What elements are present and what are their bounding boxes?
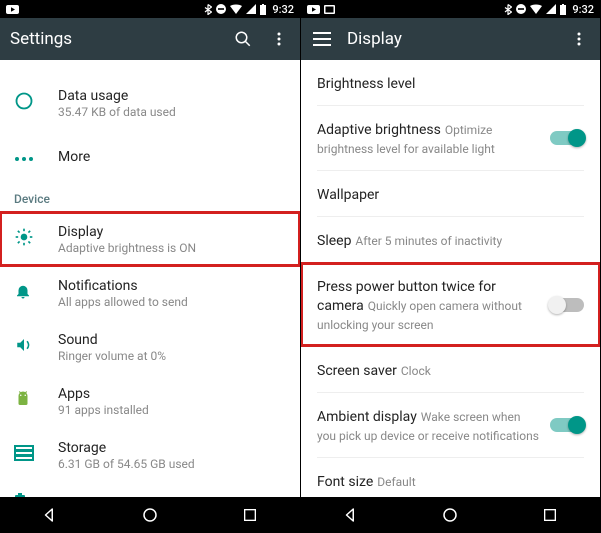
item-sub: Adaptive brightness is ON	[58, 241, 286, 255]
list-item-screensaver[interactable]: Screen saver Clock	[301, 347, 600, 392]
youtube-icon	[6, 5, 19, 14]
list-item-storage[interactable]: Storage 6.31 GB of 54.65 GB used	[0, 428, 300, 482]
list-item-font-size[interactable]: Font size Default	[301, 458, 600, 497]
item-title: Apps	[58, 386, 286, 402]
nav-recents-button[interactable]	[520, 507, 580, 523]
hamburger-menu-icon[interactable]	[311, 28, 333, 50]
list-item-adaptive-brightness[interactable]: Adaptive brightness Optimize brightness …	[301, 106, 600, 170]
item-title: Storage	[58, 440, 286, 456]
list-item-sleep[interactable]: Sleep After 5 minutes of inactivity	[301, 217, 600, 262]
item-title: Sound	[58, 332, 286, 348]
item-title: Font size	[317, 474, 373, 490]
status-bar: 9:32	[301, 0, 600, 18]
appbar-display: Display	[301, 18, 600, 60]
more-icon	[14, 148, 34, 167]
nav-back-button[interactable]	[321, 506, 381, 524]
cell-signal-icon	[546, 4, 556, 14]
item-sub: 35.47 KB of data used	[58, 105, 286, 119]
item-title: Brightness level	[317, 76, 415, 92]
item-title: Notifications	[58, 278, 286, 294]
status-time: 9:32	[272, 3, 294, 16]
nav-home-button[interactable]	[420, 506, 480, 524]
toggle-power-camera[interactable]	[550, 298, 584, 312]
item-title: Ambient display	[317, 409, 417, 425]
navigation-bar	[301, 497, 600, 533]
list-item-wallpaper[interactable]: Wallpaper	[301, 171, 600, 216]
nav-back-button[interactable]	[20, 506, 80, 524]
item-sub: After 5 minutes of inactivity	[355, 234, 502, 248]
item-sub: All apps allowed to send	[58, 295, 286, 309]
list-item-apps[interactable]: Apps 91 apps installed	[0, 374, 300, 428]
search-icon[interactable]	[232, 28, 254, 50]
item-sub: 91 apps installed	[58, 403, 286, 417]
toggle-ambient-display[interactable]	[550, 418, 584, 432]
status-bar: 9:32	[0, 0, 300, 18]
item-title: Wallpaper	[317, 187, 379, 203]
sound-icon	[14, 336, 34, 358]
item-sub: Ringer volume at 0%	[58, 349, 286, 363]
overflow-menu-icon[interactable]	[568, 28, 590, 50]
cell-signal-icon	[246, 4, 256, 14]
list-item-brightness[interactable]: Brightness level	[301, 60, 600, 105]
bell-icon	[14, 281, 32, 305]
overflow-menu-icon[interactable]	[268, 28, 290, 50]
wifi-icon	[530, 4, 542, 14]
nav-home-button[interactable]	[120, 506, 180, 524]
display-icon	[14, 227, 34, 251]
wifi-icon	[230, 4, 242, 14]
list-item-notifications[interactable]: Notifications All apps allowed to send	[0, 266, 300, 320]
appbar-title: Settings	[10, 29, 218, 49]
list-item-sound[interactable]: Sound Ringer volume at 0%	[0, 320, 300, 374]
item-title: Screen saver	[317, 363, 397, 379]
item-title: Data usage	[58, 88, 286, 104]
item-sub: Clock	[401, 364, 431, 378]
list-item-display[interactable]: Display Adaptive brightness is ON	[0, 212, 300, 266]
battery-icon	[14, 493, 26, 497]
item-title: More	[58, 149, 286, 165]
data-usage-icon	[14, 91, 34, 115]
appbar-settings: Settings	[0, 18, 300, 60]
list-item-power-camera[interactable]: Press power button twice for camera Quic…	[301, 263, 600, 346]
list-item-truncated[interactable]	[0, 60, 300, 76]
screen-display: 9:32 Display Brightness level Adaptive b…	[300, 0, 600, 533]
settings-list[interactable]: Data usage 35.47 KB of data used More De…	[0, 60, 300, 497]
dnd-icon	[516, 4, 526, 14]
apps-icon	[14, 389, 32, 413]
storage-icon	[14, 445, 34, 465]
bluetooth-icon	[204, 4, 212, 15]
item-title: Display	[58, 224, 286, 240]
youtube-icon	[307, 5, 320, 14]
nav-recents-button[interactable]	[220, 507, 280, 523]
toggle-adaptive-brightness[interactable]	[550, 131, 584, 145]
bluetooth-icon	[504, 4, 512, 15]
battery-icon	[560, 4, 566, 15]
item-sub: Default	[377, 475, 415, 489]
item-title: Adaptive brightness	[317, 122, 441, 138]
list-item-battery[interactable]: Battery	[0, 482, 300, 497]
appbar-title: Display	[347, 29, 554, 49]
screenshot-icon	[324, 5, 335, 14]
display-settings-list[interactable]: Brightness level Adaptive brightness Opt…	[301, 60, 600, 497]
navigation-bar	[0, 497, 300, 533]
screen-settings: 9:32 Settings Data usage 35.47 KB of dat…	[0, 0, 300, 533]
item-sub: 6.31 GB of 54.65 GB used	[58, 457, 286, 471]
list-item-more[interactable]: More	[0, 130, 300, 184]
list-item-data-usage[interactable]: Data usage 35.47 KB of data used	[0, 76, 300, 130]
battery-icon	[260, 4, 266, 15]
dnd-icon	[216, 4, 226, 14]
section-header-device: Device	[0, 184, 300, 212]
status-time: 9:32	[572, 3, 594, 16]
item-title: Sleep	[317, 233, 351, 249]
list-item-ambient-display[interactable]: Ambient display Wake screen when you pic…	[301, 393, 600, 457]
